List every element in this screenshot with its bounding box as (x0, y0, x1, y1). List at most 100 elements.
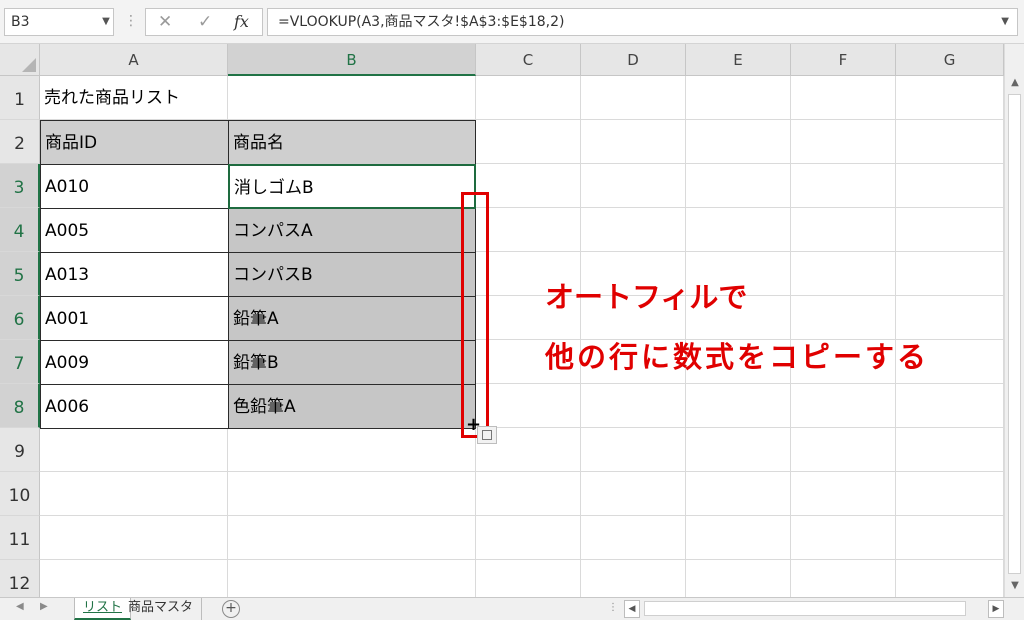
column-header-e[interactable]: E (686, 44, 791, 76)
cell-a3[interactable]: A010 (40, 164, 229, 209)
empty-cell[interactable] (791, 384, 896, 428)
cell-b3-active[interactable]: 消しゴムB (228, 164, 476, 209)
empty-cell[interactable] (476, 208, 581, 252)
empty-cell[interactable] (896, 164, 1004, 208)
cell-b8[interactable]: 色鉛筆A (228, 384, 476, 429)
empty-cell[interactable] (791, 208, 896, 252)
empty-cell[interactable] (228, 428, 476, 472)
empty-cell[interactable] (896, 252, 1004, 296)
scroll-down-icon[interactable]: ▼ (1005, 577, 1024, 595)
empty-cell[interactable] (896, 384, 1004, 428)
cell-a4[interactable]: A005 (40, 208, 229, 253)
empty-cell[interactable] (581, 120, 686, 164)
column-header-c[interactable]: C (476, 44, 581, 76)
empty-cell[interactable] (896, 120, 1004, 164)
empty-cell[interactable] (581, 384, 686, 428)
formula-bar-grip-icon[interactable]: ⋮ (124, 13, 138, 29)
cancel-icon[interactable]: ✕ (158, 9, 172, 35)
empty-cell[interactable] (896, 208, 1004, 252)
empty-cell[interactable] (581, 516, 686, 560)
empty-cell[interactable] (791, 428, 896, 472)
empty-cell[interactable] (476, 120, 581, 164)
scroll-up-icon[interactable]: ▲ (1005, 74, 1024, 92)
add-sheet-button[interactable]: + (222, 600, 240, 618)
empty-cell[interactable] (686, 120, 791, 164)
formula-input[interactable]: =VLOOKUP(A3,商品マスタ!$A$3:$E$18,2) ▼ (267, 8, 1018, 36)
empty-cell[interactable] (686, 164, 791, 208)
horizontal-scrollbar[interactable]: ◀ ▶ (624, 599, 1004, 619)
row-header-5[interactable]: 5 (0, 252, 40, 296)
row-header-10[interactable]: 10 (0, 472, 40, 516)
empty-cell[interactable] (896, 472, 1004, 516)
expand-formula-bar-icon[interactable]: ▼ (1001, 9, 1009, 35)
empty-cell[interactable] (476, 76, 581, 120)
empty-cell[interactable] (791, 472, 896, 516)
cell-b2[interactable]: 商品名 (228, 120, 476, 165)
cell-a6[interactable]: A001 (40, 296, 229, 341)
empty-cell[interactable] (896, 428, 1004, 472)
tab-splitter-icon[interactable]: ⋮ (608, 602, 618, 613)
vertical-scrollbar[interactable]: ▲ ▼ (1004, 44, 1024, 597)
empty-cell[interactable] (581, 164, 686, 208)
name-box-dropdown-icon[interactable]: ▼ (98, 8, 114, 36)
column-header-f[interactable]: F (791, 44, 896, 76)
row-header-11[interactable]: 11 (0, 516, 40, 560)
cell-a7[interactable]: A009 (40, 340, 229, 385)
empty-cell[interactable] (40, 428, 228, 472)
empty-cell[interactable] (896, 560, 1004, 597)
empty-cell[interactable] (896, 76, 1004, 120)
row-header-3[interactable]: 3 (0, 164, 40, 208)
row-header-6[interactable]: 6 (0, 296, 40, 340)
autofill-options-button[interactable] (477, 426, 497, 444)
empty-cell[interactable] (581, 560, 686, 597)
cell-a5[interactable]: A013 (40, 252, 229, 297)
cell-b6[interactable]: 鉛筆A (228, 296, 476, 341)
cell-a8[interactable]: A006 (40, 384, 229, 429)
empty-cell[interactable] (40, 560, 228, 597)
row-header-2[interactable]: 2 (0, 120, 40, 164)
empty-cell[interactable] (476, 384, 581, 428)
empty-cell[interactable] (686, 428, 791, 472)
row-header-8[interactable]: 8 (0, 384, 40, 428)
cell-b7[interactable]: 鉛筆B (228, 340, 476, 385)
empty-cell[interactable] (581, 76, 686, 120)
cell-b1[interactable] (228, 76, 476, 120)
cell-b4[interactable]: コンパスA (228, 208, 476, 253)
empty-cell[interactable] (476, 560, 581, 597)
empty-cell[interactable] (791, 516, 896, 560)
row-header-9[interactable]: 9 (0, 428, 40, 472)
empty-cell[interactable] (686, 516, 791, 560)
empty-cell[interactable] (791, 76, 896, 120)
empty-cell[interactable] (40, 472, 228, 516)
select-all-button[interactable] (0, 44, 40, 76)
row-header-1[interactable]: 1 (0, 76, 40, 120)
cell-a1[interactable]: 売れた商品リスト (40, 76, 228, 120)
empty-cell[interactable] (791, 164, 896, 208)
row-header-7[interactable]: 7 (0, 340, 40, 384)
row-header-12[interactable]: 12 (0, 560, 40, 597)
empty-cell[interactable] (686, 76, 791, 120)
empty-cell[interactable] (791, 560, 896, 597)
empty-cell[interactable] (686, 384, 791, 428)
empty-cell[interactable] (896, 516, 1004, 560)
empty-cell[interactable] (476, 516, 581, 560)
empty-cell[interactable] (581, 428, 686, 472)
cell-a2[interactable]: 商品ID (40, 120, 229, 165)
empty-cell[interactable] (476, 164, 581, 208)
vertical-scroll-thumb[interactable] (1008, 94, 1021, 574)
empty-cell[interactable] (791, 252, 896, 296)
column-header-b[interactable]: B (228, 44, 476, 76)
empty-cell[interactable] (40, 516, 228, 560)
empty-cell[interactable] (686, 472, 791, 516)
row-header-4[interactable]: 4 (0, 208, 40, 252)
empty-cell[interactable] (476, 472, 581, 516)
empty-cell[interactable] (686, 208, 791, 252)
empty-cell[interactable] (581, 472, 686, 516)
insert-function-icon[interactable]: fx (234, 9, 249, 35)
cell-b5[interactable]: コンパスB (228, 252, 476, 297)
empty-cell[interactable] (228, 516, 476, 560)
scroll-right-icon[interactable]: ▶ (988, 600, 1004, 618)
empty-cell[interactable] (228, 472, 476, 516)
empty-cell[interactable] (228, 560, 476, 597)
next-sheet-icon[interactable]: ▶ (40, 601, 48, 612)
